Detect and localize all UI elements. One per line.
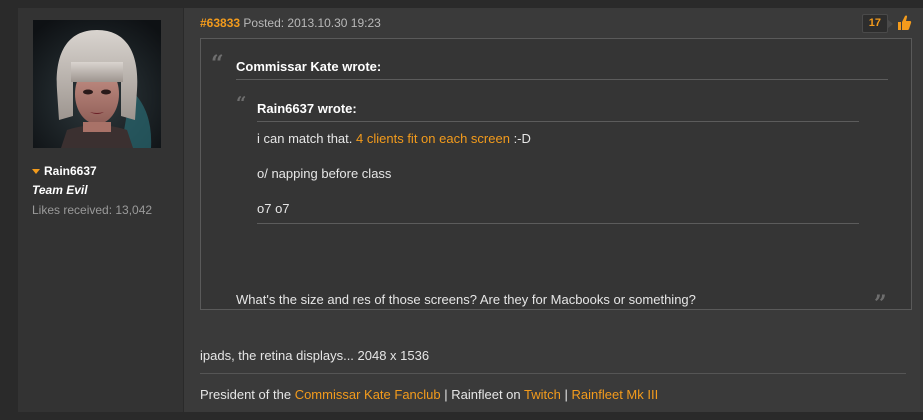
quote-author: Commissar Kate wrote: (236, 59, 382, 74)
thumbs-up-icon[interactable] (896, 14, 912, 31)
signature-text: | (564, 387, 568, 402)
user-title: Team Evil (32, 183, 88, 197)
user-column: Rain6637 Team Evil Likes received: 13,04… (18, 8, 184, 412)
avatar[interactable] (33, 20, 161, 148)
nested-quote-author: Rain6637 wrote: (257, 101, 357, 116)
post-date: Posted: 2013.10.30 19:23 (243, 16, 381, 30)
signature-text: | Rainfleet on (444, 387, 521, 402)
nested-quote-bottom-divider (257, 223, 859, 224)
quote-text: :-D (513, 131, 531, 146)
quote-text: i can match that. (257, 131, 353, 146)
post-header: #63833 Posted: 2013.10.30 19:23 17 (200, 14, 912, 33)
open-quote-icon: “ (236, 93, 247, 114)
quote-link[interactable]: 4 clients fit on each screen (356, 131, 510, 146)
nested-quote-line2: o/ napping before class (257, 166, 392, 181)
quote-text: What's the size and res of those screens… (236, 292, 696, 307)
nested-quote-line3: o7 o7 (257, 201, 290, 216)
post-number[interactable]: #63833 (200, 16, 240, 30)
signature-link-twitch[interactable]: Twitch (524, 387, 561, 402)
signature-text: President of the (200, 387, 292, 402)
open-quote-icon: “ (211, 51, 224, 77)
caret-down-icon (32, 168, 40, 174)
signature: President of the Commissar Kate Fanclub … (200, 387, 658, 402)
avatar-image (33, 20, 161, 148)
likes-received: Likes received: 13,042 (32, 203, 153, 217)
username-label[interactable]: Rain6637 (44, 164, 97, 178)
like-count: 17 (861, 14, 894, 33)
username[interactable]: Rain6637 (32, 164, 97, 178)
signature-link-fanclub[interactable]: Commissar Kate Fanclub (295, 387, 441, 402)
quote-block: “ Commissar Kate wrote: “ Rain6637 wrote… (200, 38, 912, 315)
nested-quote-line1: i can match that. 4 clients fit on each … (257, 131, 531, 146)
quote-divider (236, 79, 888, 80)
signature-divider (200, 373, 906, 374)
forum-post: Rain6637 Team Evil Likes received: 13,04… (18, 8, 923, 412)
close-quote-icon: ” (874, 291, 887, 317)
post-content: #63833 Posted: 2013.10.30 19:23 17 “ Com… (200, 8, 912, 412)
signature-link-rainfleet[interactable]: Rainfleet Mk III (572, 387, 659, 402)
reply-text: ipads, the retina displays... 2048 x 153… (200, 348, 430, 363)
nested-quote-divider (257, 121, 859, 122)
